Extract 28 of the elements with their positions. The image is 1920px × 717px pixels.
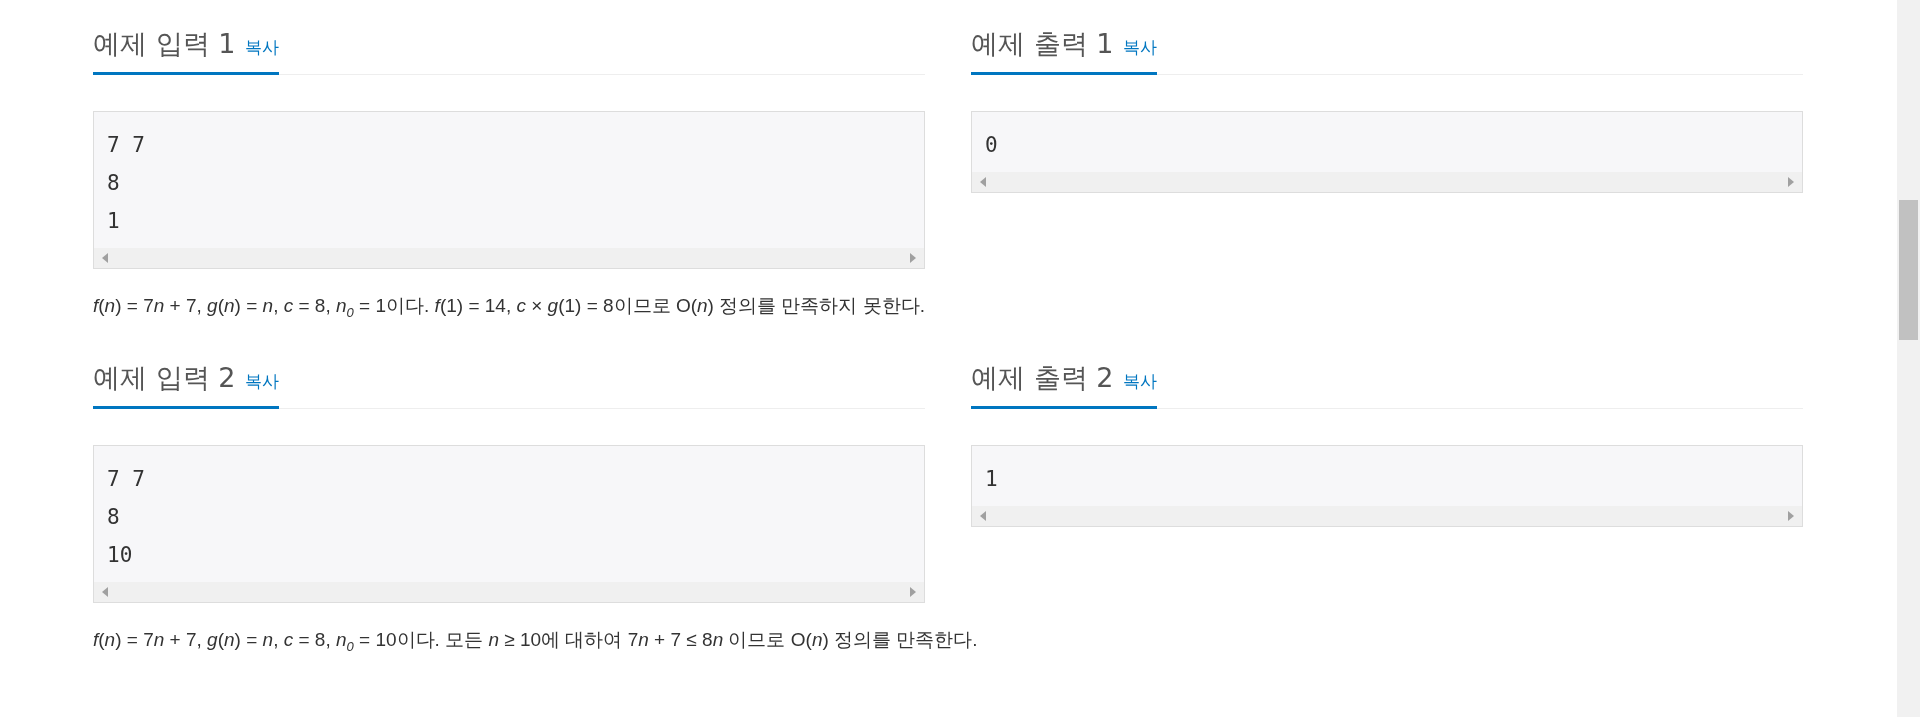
copy-link[interactable]: 복사 [245,36,280,59]
sample-text: 1 [984,465,999,493]
explanation-text: f(n) = 7n + 7, g(n) = n, c = 8, n$_{0}$ = 1이다. f(1) = 14, c × g(1) = 8이므로 O(n) 정의를 만족하지 못한다. [93,294,927,320]
scroll-left-icon[interactable] [980,510,986,521]
horizontal-scrollbar[interactable] [94,581,924,602]
section-title: 예제 입력 2 [93,360,236,395]
scroll-left-icon[interactable] [102,586,108,597]
explanation-text: f(n) = 7n + 7, g(n) = n, c = 8, n$_{0}$ = 10이다. 모든 n ≥ 10에 대하여 7n + 7 ≤ 8n 이므로 O(n) 정의를 만족한다. [93,627,979,654]
section-title: 예제 입력 1 [93,27,236,61]
sample-text: 0 [984,132,999,159]
scrollbar-thumb[interactable] [1899,200,1918,340]
copy-link[interactable]: 복사 [1123,36,1158,59]
scroll-right-icon[interactable] [1788,177,1794,187]
horizontal-scrollbar[interactable] [972,505,1802,526]
scroll-right-icon[interactable] [1788,510,1794,521]
scroll-right-icon[interactable] [910,253,916,263]
sample-text: 7 7 8 10 [106,465,146,569]
page-scrollbar[interactable] [1897,0,1920,717]
sample-text: 7 7 8 1 [106,132,146,235]
copy-link[interactable]: 복사 [245,369,280,393]
scroll-right-icon[interactable] [910,586,916,597]
section-title: 예제 출력 1 [971,27,1114,61]
scroll-left-icon[interactable] [102,253,108,263]
scroll-left-icon[interactable] [980,177,986,187]
copy-link[interactable]: 복사 [1123,369,1158,393]
horizontal-scrollbar[interactable] [94,248,924,268]
horizontal-scrollbar[interactable] [972,172,1802,192]
section-title: 예제 출력 2 [971,360,1114,395]
